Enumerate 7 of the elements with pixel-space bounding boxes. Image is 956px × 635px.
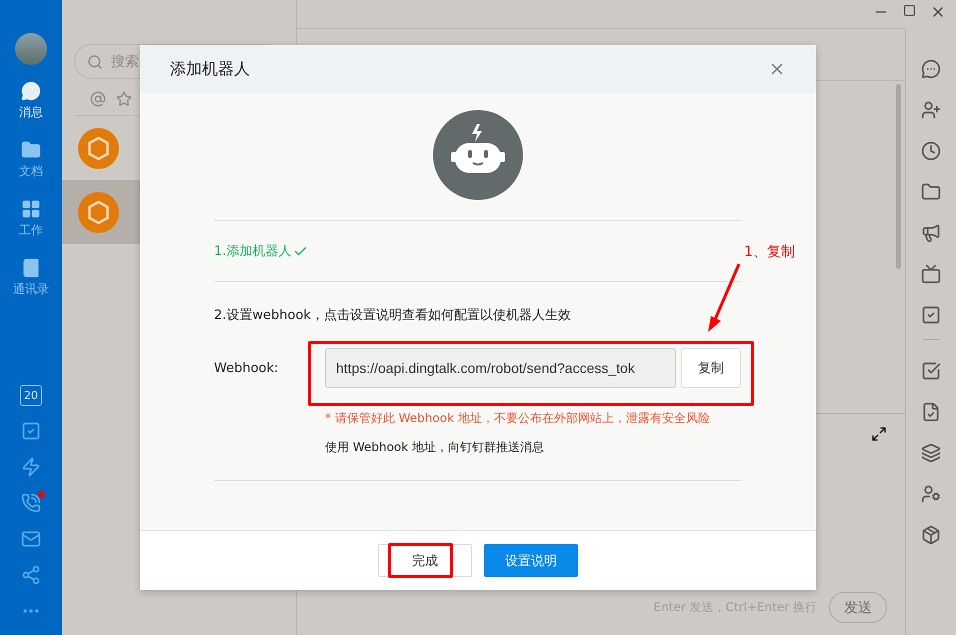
step-one-text: 1.添加机器人 [214, 243, 292, 260]
warning-text: * 请保管好此 Webhook 地址，不要公布在外部网站上，泄露有安全风险 [325, 410, 710, 427]
annotation-text: 1、复制 [744, 243, 795, 261]
step-two-text: 2.设置webhook，点击设置说明查看如何配置以使机器人生效 [214, 307, 571, 324]
dialog-title: 添加机器人 [170, 58, 250, 80]
webhook-label: Webhook: [214, 360, 280, 376]
note-text: 使用 Webhook 地址，向钉钉群推送消息 [325, 439, 546, 456]
